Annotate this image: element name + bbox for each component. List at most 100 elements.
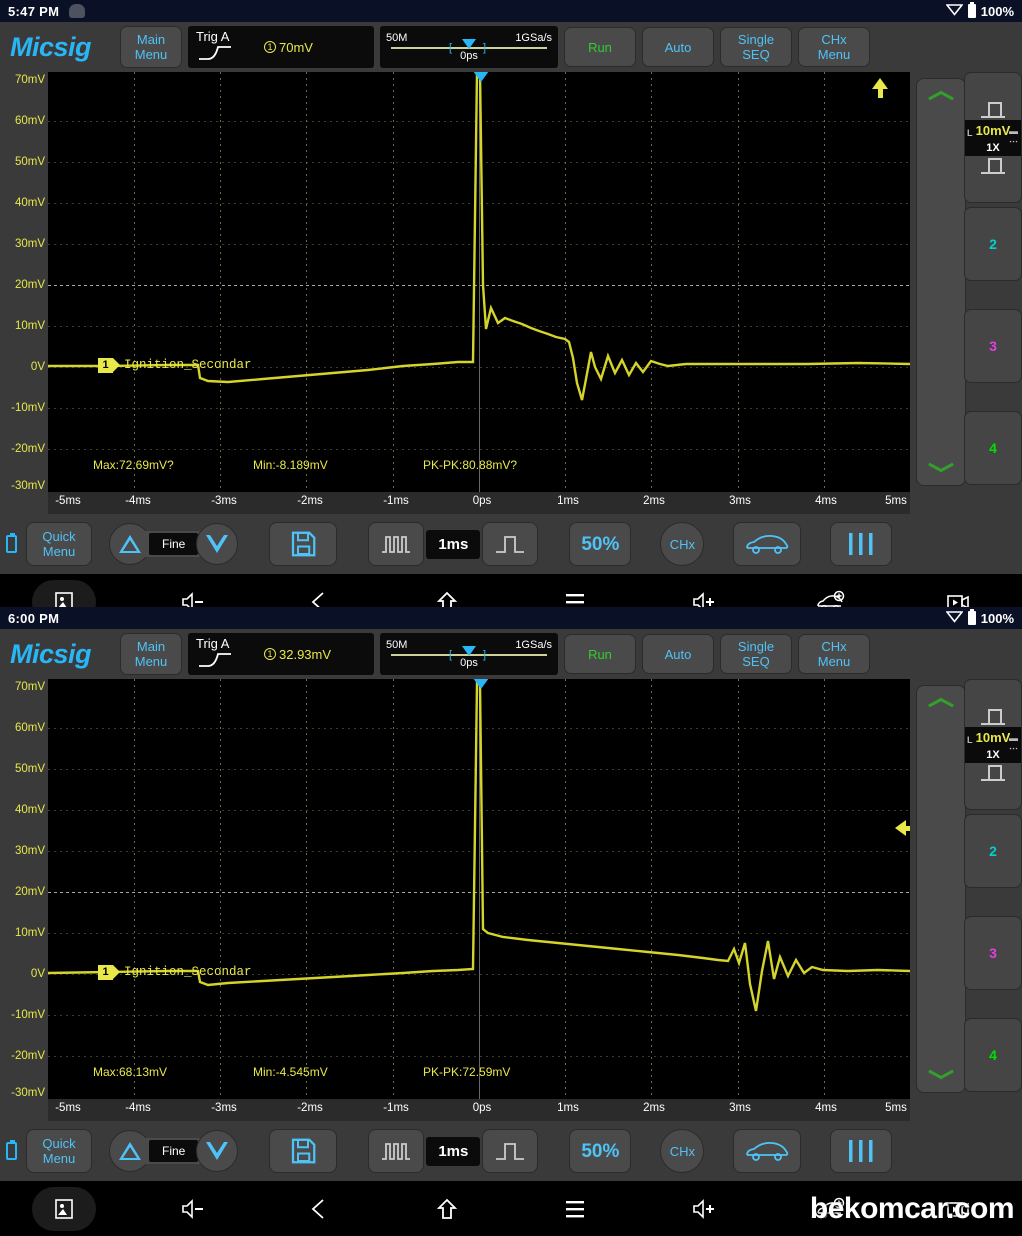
main-menu-label-2-2: Menu	[134, 654, 168, 669]
wifi-icon	[945, 2, 964, 21]
run-button[interactable]: Run	[564, 27, 636, 67]
trigger-mode-pulse-button[interactable]	[368, 522, 425, 566]
y-tick: 40mV	[14, 804, 45, 816]
volume-down-icon-2	[181, 1198, 203, 1219]
y-tick: 10mV	[14, 927, 45, 939]
channel-2-button[interactable]: 2	[964, 207, 1022, 281]
scroll-down-chevron-icon-2[interactable]	[928, 1068, 954, 1082]
vertical-bars-icon	[849, 533, 873, 555]
measurement-pkpk: PK-PK:80.88mV?	[423, 458, 518, 472]
plot-canvas-1[interactable]: 1 Ignition_Secondar Max:72.69mV? Min:-8.…	[48, 72, 910, 492]
channel-1-label-2[interactable]: 1 Ignition_Secondar	[98, 964, 252, 980]
channel-2-button-2[interactable]: 2	[964, 814, 1022, 888]
cursors-button[interactable]	[830, 522, 893, 566]
single-label-2-2: SEQ	[742, 654, 770, 669]
scroll-up-chevron-icon-2[interactable]	[928, 696, 954, 710]
chx-menu-button-2[interactable]: CHx Menu	[798, 634, 870, 674]
measurement-pkpk-2: PK-PK:72.59mV	[423, 1065, 511, 1079]
channel-1-settings-button[interactable]: L ▬ ⋯ 10mV 1X	[964, 72, 1022, 203]
channel-4-button-2[interactable]: 4	[964, 1018, 1022, 1092]
channel-3-button-2[interactable]: 3	[964, 916, 1022, 990]
chx-button[interactable]: CHx	[660, 522, 705, 566]
automotive-presets-button[interactable]	[733, 522, 802, 566]
menu-button-2[interactable]	[543, 1187, 607, 1231]
trigger-mode-single-pulse-button-2[interactable]	[482, 1129, 539, 1173]
quick-menu-label-2-2: Menu	[42, 1151, 76, 1166]
multi-pulse-icon	[382, 536, 411, 553]
single-label-1-2: Single	[737, 639, 775, 654]
volume-down-button-2[interactable]	[160, 1187, 224, 1231]
trigger-level-50-percent-button[interactable]: 50%	[569, 522, 632, 566]
trigger-info-box[interactable]: Trig A 1 70mV	[188, 26, 374, 68]
trigger-mode-single-pulse-button[interactable]	[482, 522, 539, 566]
triangle-up-icon	[119, 535, 141, 553]
timebase-value[interactable]: 1ms	[426, 529, 481, 559]
back-button-2[interactable]	[287, 1187, 351, 1231]
pulse-down-icon-2	[979, 763, 1007, 783]
back-icon-2	[312, 1198, 324, 1219]
trigger-level-value-wrap-2: 1 32.93mV	[264, 647, 331, 662]
save-button[interactable]	[269, 522, 338, 566]
channel-1-label[interactable]: 1 Ignition_Secondar	[98, 357, 252, 373]
channel-1-settings-button-2[interactable]: L ▬ ⋯ 10mV 1X	[964, 679, 1022, 810]
quick-menu-button[interactable]: Quick Menu	[26, 522, 92, 566]
cursors-button-2[interactable]	[830, 1129, 893, 1173]
timebase-position-bar-2[interactable]: [ ]	[391, 646, 547, 661]
menu-icon-2	[565, 1200, 584, 1217]
channel-1-scale-2: 10mV	[975, 729, 1011, 745]
y-tick: 30mV	[14, 238, 45, 250]
x-tick: 1ms	[557, 495, 579, 507]
main-menu-button[interactable]: Main Menu	[120, 26, 182, 68]
scroll-up-chevron-icon[interactable]	[928, 89, 954, 103]
waveform-trace-1	[48, 72, 910, 401]
y-tick: 60mV	[14, 722, 45, 734]
decrease-button[interactable]	[196, 523, 239, 565]
sample-rate-2: 1GSa/s	[515, 639, 552, 651]
memory-depth: 50M	[386, 32, 408, 44]
volume-up-button-2[interactable]	[671, 1187, 735, 1231]
trigger-label: Trig A	[196, 29, 230, 44]
plot-canvas-2[interactable]: 1 Ignition_Secondar Max:68.13mV Min:-4.5…	[48, 679, 910, 1099]
channel-4-button[interactable]: 4	[964, 411, 1022, 485]
bracket-right-icon: ]	[483, 42, 487, 54]
channel-1-circle-icon-2: 1	[264, 648, 276, 660]
channel-3-button[interactable]: 3	[964, 309, 1022, 383]
main-menu-button-2[interactable]: Main Menu	[120, 633, 182, 675]
chx-button-2[interactable]: CHx	[660, 1129, 705, 1173]
y-tick: 60mV	[14, 115, 45, 127]
auto-button[interactable]: Auto	[642, 27, 714, 67]
timebase-position-bar[interactable]: [ ]	[391, 39, 547, 54]
y-tick: -30mV	[11, 1087, 45, 1099]
single-label-2: SEQ	[742, 47, 770, 62]
acquisition-info-box-2[interactable]: 50M 1GSa/s [ ] 0ps	[380, 633, 558, 675]
trigger-position-marker-2[interactable]	[473, 679, 489, 689]
timebase-value-2[interactable]: 1ms	[426, 1136, 481, 1166]
y-tick: -20mV	[11, 1050, 45, 1062]
home-button-2[interactable]	[415, 1187, 479, 1231]
quick-menu-button-2[interactable]: Quick Menu	[26, 1129, 92, 1173]
chx-menu-button[interactable]: CHx Menu	[798, 27, 870, 67]
single-seq-button-2[interactable]: Single SEQ	[720, 634, 792, 674]
single-seq-button[interactable]: Single SEQ	[720, 27, 792, 67]
x-axis-2: -5ms -4ms -3ms -2ms -1ms 0ps 1ms 2ms 3ms…	[48, 1099, 910, 1121]
trigger-level-50-percent-button-2[interactable]: 50%	[569, 1129, 632, 1173]
trigger-info-box-2[interactable]: Trig A 1 32.93mV	[188, 633, 374, 675]
trigger-position-marker[interactable]	[473, 72, 489, 82]
trigger-slope-rising-icon	[198, 43, 232, 66]
screenshot-button-2[interactable]	[31, 1186, 96, 1231]
trigger-mode-pulse-button-2[interactable]	[368, 1129, 425, 1173]
scroll-down-chevron-icon[interactable]	[928, 461, 954, 475]
fine-mode-label-2: Fine	[149, 1140, 199, 1162]
single-pulse-icon-2	[496, 1143, 525, 1160]
decrease-button-2[interactable]	[196, 1130, 239, 1172]
x-axis: -5ms -4ms -3ms -2ms -1ms 0ps 1ms 2ms 3ms…	[48, 492, 910, 514]
automotive-presets-button-2[interactable]	[733, 1129, 802, 1173]
run-button-2[interactable]: Run	[564, 634, 636, 674]
channel-buttons-stack-2: L ▬ ⋯ 10mV 1X 2 3 4	[964, 679, 1022, 1096]
acquisition-info-box[interactable]: 50M 1GSa/s [ ] 0ps	[380, 26, 558, 68]
save-button-2[interactable]	[269, 1129, 338, 1173]
brand-logo-2: Micsig	[10, 638, 92, 669]
channel-1-scale-box-2[interactable]: L ▬ ⋯ 10mV 1X	[965, 726, 1021, 763]
auto-button-2[interactable]: Auto	[642, 634, 714, 674]
channel-1-scale-box[interactable]: L ▬ ⋯ 10mV 1X	[965, 119, 1021, 156]
